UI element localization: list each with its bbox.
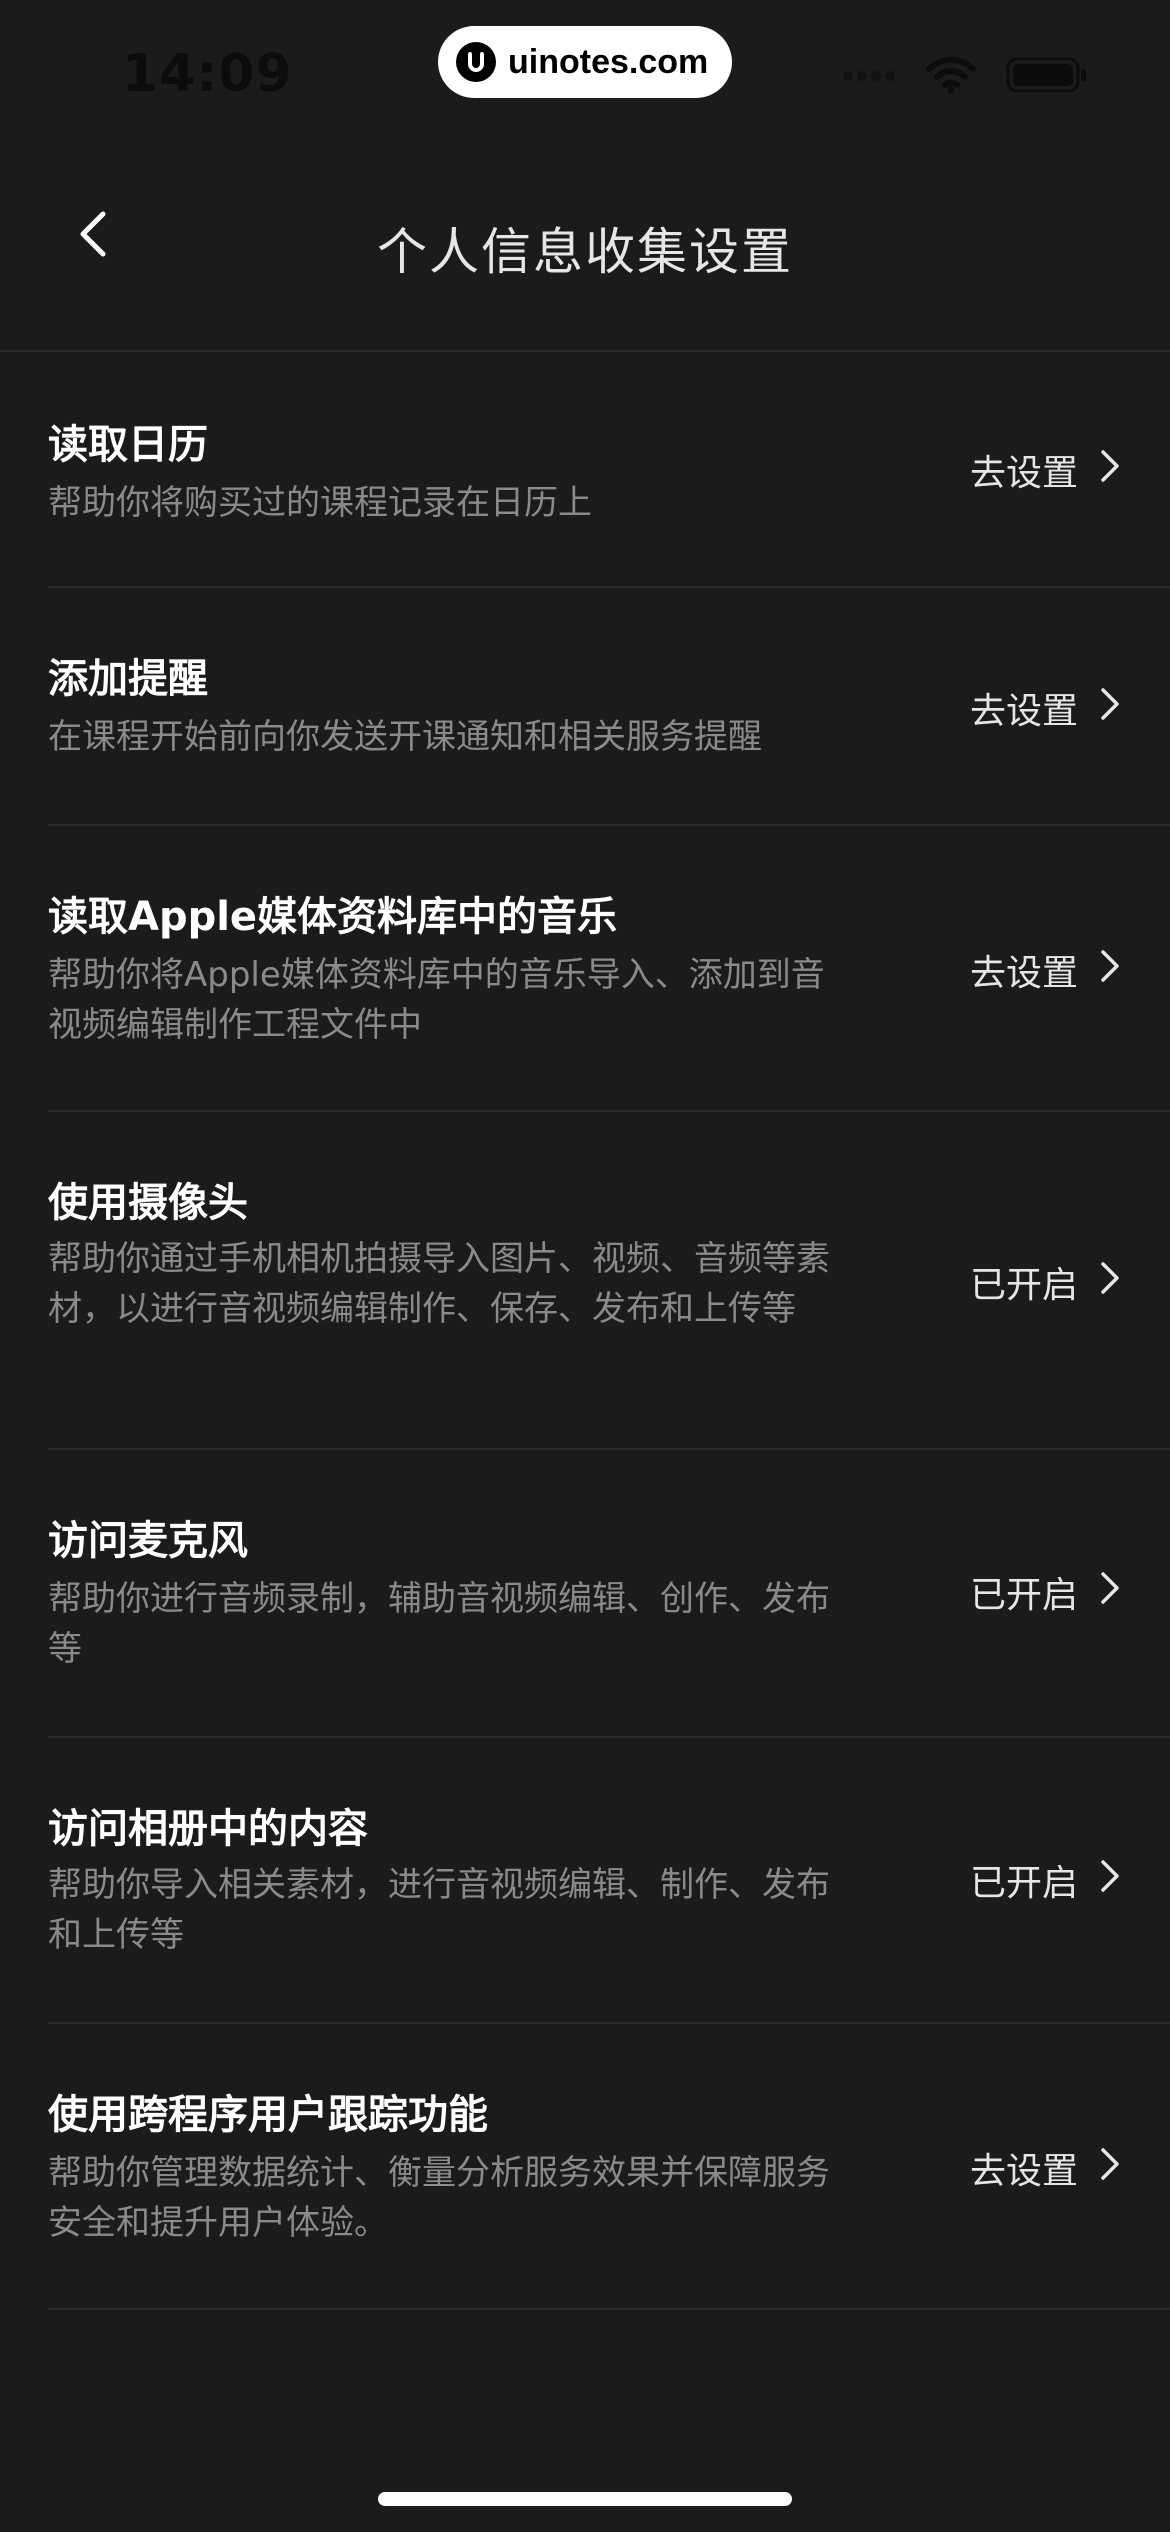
status-indicators: [842, 56, 1088, 98]
setting-title: 访问麦克风: [48, 1518, 248, 1564]
watermark-text: uinotes.com: [508, 42, 709, 81]
setting-row-apple-music[interactable]: 读取Apple媒体资料库中的音乐 帮助你将Apple媒体资料库中的音乐导入、添加…: [48, 826, 1170, 1112]
setting-action[interactable]: 去设置: [970, 944, 1120, 996]
chevron-right-icon: [1100, 1261, 1120, 1304]
setting-row-reminders[interactable]: 添加提醒 在课程开始前向你发送开课通知和相关服务提醒 去设置: [48, 588, 1170, 826]
setting-status: 已开启: [969, 1265, 1078, 1306]
setting-description: 帮助你管理数据统计、衡量分析服务效果并保障服务安全和提升用户体验。: [48, 2153, 830, 2243]
page-title: 个人信息收集设置: [377, 223, 793, 281]
setting-status: 已开启: [969, 1863, 1078, 1904]
chevron-right-icon: [1100, 1859, 1120, 1902]
setting-description: 帮助你将购买过的课程记录在日历上: [48, 483, 592, 523]
setting-status: 去设置: [969, 2151, 1078, 2192]
setting-status: 去设置: [969, 953, 1078, 994]
setting-description: 帮助你导入相关素材，进行音视频编辑、制作、发布和上传等: [48, 1865, 830, 1955]
watermark-badge: uinotes.com: [438, 26, 732, 98]
setting-title: 读取日历: [48, 422, 208, 468]
setting-title: 使用跨程序用户跟踪功能: [48, 2092, 488, 2138]
uinotes-logo-icon: [456, 42, 496, 82]
nav-bar: 个人信息收集设置: [0, 140, 1170, 352]
setting-title: 使用摄像头: [48, 1180, 248, 1226]
home-indicator: [378, 2492, 792, 2506]
setting-action[interactable]: 已开启: [970, 1566, 1120, 1618]
setting-row-microphone[interactable]: 访问麦克风 帮助你进行音频录制，辅助音视频编辑、创作、发布等 已开启: [48, 1450, 1170, 1738]
battery-icon: [1006, 57, 1088, 97]
setting-title: 访问相册中的内容: [48, 1806, 368, 1852]
cellular-signal-icon: [842, 68, 896, 87]
chevron-right-icon: [1100, 1571, 1120, 1614]
setting-row-photo-album[interactable]: 访问相册中的内容 帮助你导入相关素材，进行音视频编辑、制作、发布和上传等 已开启: [48, 1738, 1170, 2024]
settings-list: 读取日历 帮助你将购买过的课程记录在日历上 去设置 添加提醒 在课程开始前向你发…: [48, 352, 1170, 2310]
setting-action[interactable]: 去设置: [970, 682, 1120, 734]
setting-description: 帮助你通过手机相机拍摄导入图片、视频、音频等素材，以进行音视频编辑制作、保存、发…: [48, 1239, 830, 1329]
setting-description: 在课程开始前向你发送开课通知和相关服务提醒: [48, 717, 762, 757]
setting-description: 帮助你进行音频录制，辅助音视频编辑、创作、发布等: [48, 1579, 830, 1669]
setting-action[interactable]: 去设置: [970, 2142, 1120, 2194]
setting-title: 添加提醒: [48, 656, 208, 702]
setting-row-camera[interactable]: 使用摄像头 帮助你通过手机相机拍摄导入图片、视频、音频等素材，以进行音视频编辑制…: [48, 1112, 1170, 1450]
setting-action[interactable]: 已开启: [970, 1256, 1120, 1308]
chevron-right-icon: [1100, 687, 1120, 730]
setting-status: 已开启: [969, 1575, 1078, 1616]
setting-row-calendar[interactable]: 读取日历 帮助你将购买过的课程记录在日历上 去设置: [48, 352, 1170, 588]
status-time: 14:09: [122, 44, 293, 104]
setting-description: 帮助你将Apple媒体资料库中的音乐导入、添加到音视频编辑制作工程文件中: [48, 955, 825, 1045]
setting-status: 去设置: [969, 691, 1078, 732]
chevron-right-icon: [1100, 2147, 1120, 2190]
setting-row-tracking[interactable]: 使用跨程序用户跟踪功能 帮助你管理数据统计、衡量分析服务效果并保障服务安全和提升…: [48, 2024, 1170, 2310]
setting-action[interactable]: 去设置: [970, 444, 1120, 496]
setting-action[interactable]: 已开启: [970, 1854, 1120, 1906]
chevron-right-icon: [1100, 449, 1120, 492]
setting-title: 读取Apple媒体资料库中的音乐: [48, 894, 618, 940]
setting-status: 去设置: [969, 453, 1078, 494]
wifi-icon: [926, 56, 976, 98]
status-bar: 14:09 uinotes.com: [0, 0, 1170, 140]
chevron-right-icon: [1100, 949, 1120, 992]
